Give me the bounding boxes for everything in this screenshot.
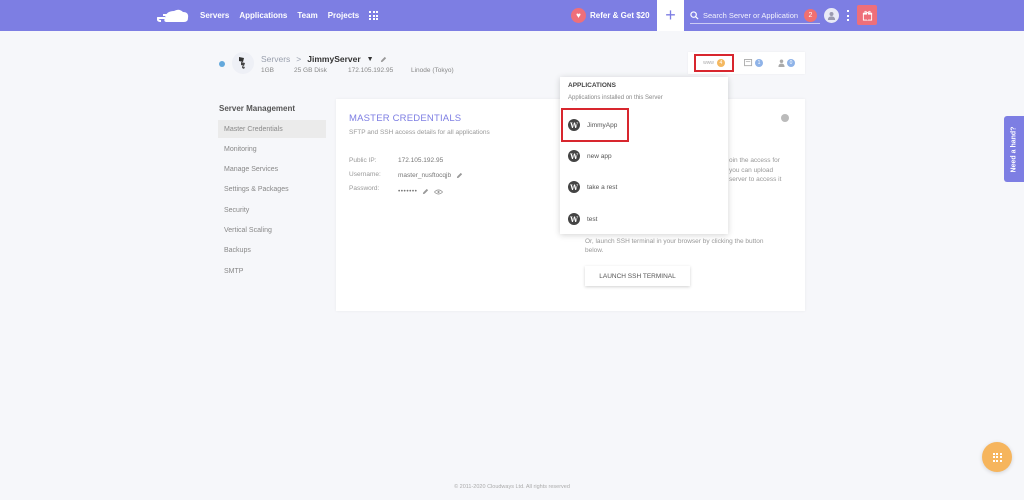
files-count-badge: 1 [755, 59, 763, 67]
show-password-eye-icon[interactable] [434, 189, 444, 195]
www-label: www [703, 60, 714, 66]
top-navbar: Servers Applications Team Projects ♥ Ref… [0, 0, 1024, 31]
files-icon [744, 59, 753, 67]
password-label: Password: [349, 185, 380, 192]
refer-button[interactable]: ♥ Refer & Get $20 [571, 8, 650, 23]
sidebar-item-settings-packages[interactable]: Settings & Packages [218, 180, 326, 198]
applications-tab[interactable]: www 4 [694, 54, 734, 72]
applications-count-badge: 4 [716, 59, 725, 67]
apps-grid-icon[interactable] [369, 11, 378, 20]
server-logo [232, 52, 254, 74]
server-status-dot [219, 61, 225, 67]
cloudways-logo[interactable] [157, 7, 190, 25]
server-provider: Linode (Tokyo) [411, 67, 454, 74]
wordpress-icon: W [568, 181, 580, 193]
nav-applications[interactable]: Applications [239, 11, 287, 20]
info-icon[interactable] [781, 114, 789, 122]
files-tab[interactable]: 1 [744, 59, 763, 67]
sidebar-item-vertical-scaling[interactable]: Vertical Scaling [218, 221, 326, 239]
ssh-info-line-2: you can upload [729, 167, 774, 174]
edit-username-icon[interactable] [456, 172, 463, 179]
sidebar-item-smtp[interactable]: SMTP [218, 262, 326, 280]
public-ip-label: Public IP: [349, 157, 377, 164]
selected-app-highlight [561, 108, 629, 142]
breadcrumb-servers[interactable]: Servers [261, 54, 290, 64]
password-value: ••••••• [398, 188, 444, 195]
card-subtitle: SFTP and SSH access details for all appl… [349, 129, 490, 136]
server-ram: 1GB [261, 67, 275, 74]
need-a-hand-tab[interactable]: Need a hand? [1004, 116, 1024, 182]
users-icon [778, 59, 785, 67]
grid-icon [992, 452, 1002, 462]
app-name: new app [587, 152, 612, 160]
public-ip-text: 172.105.192.95 [398, 157, 444, 164]
linode-icon [239, 57, 245, 69]
sidebar-item-manage-services[interactable]: Manage Services [218, 160, 326, 178]
quick-menu-button[interactable] [982, 442, 1012, 472]
sidebar-item-monitoring[interactable]: Monitoring [218, 140, 326, 158]
nav-projects[interactable]: Projects [328, 11, 360, 20]
sidebar-item-security[interactable]: Security [218, 201, 326, 219]
search-input[interactable]: Search Server or Application [690, 7, 820, 24]
need-a-hand-label: Need a hand? [1010, 126, 1018, 172]
refer-label: Refer & Get $20 [590, 11, 650, 20]
user-icon [827, 11, 836, 20]
ssh-info-line-1: oin the access for [729, 157, 780, 164]
app-item-take-a-rest[interactable]: W take a rest [568, 180, 617, 194]
app-item-new-app[interactable]: W new app [568, 149, 612, 163]
edit-server-name-icon[interactable] [380, 56, 387, 63]
username-text: master_nusftocqjb [398, 172, 452, 179]
search-icon [690, 10, 699, 20]
ssh-note-line-2: below. [585, 247, 604, 254]
card-title: MASTER CREDENTIALS [349, 113, 462, 124]
user-avatar[interactable] [824, 8, 839, 23]
nav-team[interactable]: Team [297, 11, 317, 20]
footer-copyright: © 2011-2020 Cloudways Ltd. All rights re… [454, 484, 570, 490]
dropdown-heading: APPLICATIONS [568, 82, 616, 89]
wordpress-icon: W [568, 150, 580, 162]
users-count-badge: 0 [787, 59, 795, 67]
server-switch-caret-icon[interactable]: ▼ [367, 56, 374, 63]
heart-icon: ♥ [571, 8, 586, 23]
more-menu-icon[interactable] [847, 10, 850, 21]
app-name: test [587, 215, 598, 223]
gift-button[interactable] [857, 5, 877, 25]
nav-servers[interactable]: Servers [200, 11, 229, 20]
edit-password-icon[interactable] [422, 188, 429, 195]
search-placeholder: Search Server or Application [703, 10, 799, 20]
sidebar-item-master-credentials[interactable]: Master Credentials [218, 120, 326, 138]
app-item-test[interactable]: W test [568, 212, 597, 226]
dropdown-subheading: Applications installed on this Server [568, 95, 663, 101]
wordpress-icon: W [568, 213, 580, 225]
users-tab[interactable]: 0 [778, 59, 795, 67]
breadcrumb: Servers > JimmyServer ▼ [261, 54, 387, 64]
password-text: ••••••• [398, 188, 418, 195]
sidebar-item-backups[interactable]: Backups [218, 241, 326, 259]
server-disk: 25 GB Disk [294, 67, 327, 74]
ssh-note-line-1: Or, launch SSH terminal in your browser … [585, 238, 764, 245]
main-nav: Servers Applications Team Projects [200, 0, 359, 31]
launch-ssh-terminal-button[interactable]: LAUNCH SSH TERMINAL [585, 266, 690, 286]
notification-badge[interactable]: 2 [804, 9, 817, 22]
app-name: take a rest [587, 183, 618, 191]
username-value: master_nusftocqjb [398, 172, 463, 179]
gift-icon [862, 10, 872, 21]
ssh-info-line-3: server to access it [729, 176, 782, 183]
server-name[interactable]: JimmyServer [307, 54, 360, 64]
public-ip-value: 172.105.192.95 [398, 157, 443, 164]
breadcrumb-separator: > [296, 54, 302, 64]
add-button[interactable]: + [657, 0, 684, 31]
sidebar-title: Server Management [219, 104, 296, 113]
server-ip: 172.105.192.95 [348, 67, 394, 74]
username-label: Username: [349, 171, 381, 178]
